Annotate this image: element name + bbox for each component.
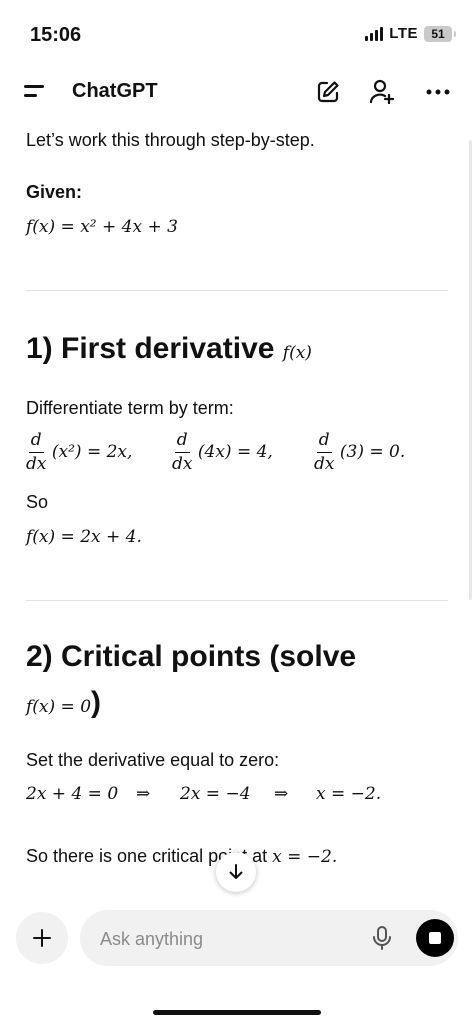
term-3-expr: (3) = 0. bbox=[339, 442, 406, 462]
stop-button[interactable] bbox=[416, 919, 454, 957]
section1-title-math: f(x) bbox=[282, 343, 312, 363]
derivative-result: f(x) = 2x + 4. bbox=[26, 527, 142, 547]
status-time: 15:06 bbox=[30, 24, 82, 46]
conclusion: So there is one critical point at x = −2… bbox=[26, 846, 337, 867]
term-2-num: d bbox=[174, 432, 190, 453]
given-label: Given: bbox=[26, 182, 83, 202]
given-equation: f(x) = x² + 4x + 3 bbox=[26, 217, 178, 237]
battery-icon: 51 bbox=[424, 25, 456, 42]
divider-2 bbox=[26, 600, 448, 601]
app-title: ChatGPT bbox=[72, 80, 158, 102]
more-icon[interactable] bbox=[424, 78, 452, 106]
term-1-den: dx bbox=[26, 454, 47, 474]
status-right: LTE 51 bbox=[365, 25, 456, 42]
stop-icon bbox=[429, 932, 441, 944]
battery-level: 51 bbox=[431, 26, 445, 41]
plus-icon bbox=[33, 929, 51, 947]
term-2: d dx (4x) = 4, bbox=[172, 432, 273, 473]
mic-icon[interactable] bbox=[370, 924, 394, 952]
home-indicator bbox=[153, 1010, 321, 1015]
solve-step-2: 2x = −4 bbox=[180, 784, 251, 804]
attach-button[interactable] bbox=[16, 912, 68, 964]
so-label: So bbox=[26, 492, 49, 512]
signal-icon bbox=[365, 26, 384, 41]
term-2-den: dx bbox=[172, 454, 193, 474]
term-1-expr: (x²) = 2x, bbox=[51, 442, 133, 462]
intro-text: Let’s work this through step-by-step. bbox=[26, 130, 315, 150]
status-bar: 15:06 LTE 51 bbox=[0, 0, 474, 64]
scrollbar[interactable] bbox=[469, 140, 472, 600]
section2-title-line2: f(x) = 0) bbox=[26, 686, 101, 720]
add-user-icon[interactable] bbox=[368, 78, 396, 106]
solve-arrow-2: ⇒ bbox=[274, 784, 289, 804]
scroll-down-button[interactable] bbox=[216, 852, 256, 892]
section2-title-close: ) bbox=[91, 686, 102, 719]
section1-title: 1) First derivative bbox=[26, 332, 275, 365]
chat-content: Let’s work this through step-by-step. Gi… bbox=[0, 120, 474, 900]
network-label: LTE bbox=[389, 25, 418, 42]
section2-title-math: f(x) = 0 bbox=[26, 697, 92, 717]
solve-step-1: 2x + 4 = 0 bbox=[26, 784, 119, 804]
menu-icon[interactable] bbox=[24, 82, 46, 102]
conclusion-math: x = −2. bbox=[272, 847, 338, 867]
solve-arrow-1: ⇒ bbox=[136, 784, 151, 804]
term-2-expr: (4x) = 4, bbox=[197, 442, 273, 462]
term-3-num: d bbox=[316, 432, 332, 453]
solve-step-3: x = −2. bbox=[316, 784, 382, 804]
set-derivative-text: Set the derivative equal to zero: bbox=[26, 750, 280, 770]
term-1: d dx (x²) = 2x, bbox=[26, 432, 132, 473]
differentiate-text: Differentiate term by term: bbox=[26, 398, 234, 418]
term-3-den: dx bbox=[314, 454, 335, 474]
term-1-num: d bbox=[28, 432, 44, 453]
composer bbox=[80, 910, 458, 966]
section1-heading: 1) First derivative f(x) bbox=[26, 332, 312, 366]
app-header: ChatGPT bbox=[0, 64, 474, 120]
edit-icon[interactable] bbox=[314, 78, 342, 106]
divider-1 bbox=[26, 290, 448, 291]
term-3: d dx (3) = 0. bbox=[314, 432, 405, 473]
section2-title: 2) Critical points (solve bbox=[26, 640, 357, 673]
ask-input[interactable] bbox=[98, 924, 352, 954]
arrow-down-icon bbox=[229, 864, 243, 879]
